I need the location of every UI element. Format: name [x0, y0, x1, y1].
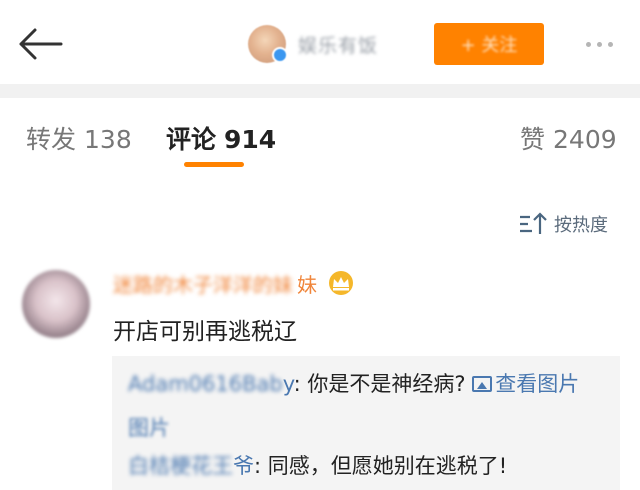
sort-label: 按热度 [554, 215, 608, 236]
reply-username-blurred: 白桔梗花王 [128, 454, 233, 478]
account-name[interactable]: 娱乐有饭 [298, 31, 378, 58]
tab-comments-label: 评论 [166, 125, 217, 154]
tab-likes-label: 赞 [520, 125, 546, 154]
section-divider [0, 84, 640, 98]
arrow-left-icon [19, 28, 63, 60]
view-image-link[interactable]: 查看图片 [472, 372, 579, 396]
commenter-name-visible: 妹 [297, 272, 317, 297]
tab-comments[interactable]: 评论 914 [166, 120, 276, 156]
tab-comments-count: 914 [224, 125, 277, 154]
reply-username[interactable]: Adam0616Baby [128, 372, 294, 396]
reply-username-visible: 爷 [233, 454, 254, 478]
tab-likes-count: 2409 [553, 125, 617, 154]
commenter-name[interactable]: 迷路的木子洋洋的妹 妹 [113, 268, 355, 298]
tab-reposts[interactable]: 转发 138 [26, 120, 132, 156]
follow-label: + 关注 [460, 35, 518, 56]
reply-text: : 同感，但愿她别在逃税了! [254, 454, 508, 478]
back-button[interactable] [14, 22, 66, 66]
sort-icon [520, 212, 547, 234]
comment-text: 开店可别再逃税辽 [113, 319, 297, 345]
top-nav-bar: 娱乐有饭 + 关注 [0, 0, 640, 84]
account-avatar[interactable] [248, 25, 288, 63]
account-info[interactable]: 娱乐有饭 [248, 24, 378, 64]
reply-link-wrap[interactable]: 图片 [128, 412, 170, 442]
more-dots-icon [585, 41, 591, 47]
more-dot [596, 41, 602, 47]
tab-reposts-label: 转发 [26, 125, 77, 154]
crown-icon [329, 271, 353, 295]
commenter-avatar[interactable] [22, 270, 90, 338]
tab-bar: 转发 138 评论 914 赞 2409 [0, 98, 640, 182]
more-button[interactable] [572, 30, 626, 58]
comment-item: 迷路的木子洋洋的妹 妹 开店可别再逃税辽 Adam0616Baby: 你是不是神… [0, 262, 640, 490]
reply-username[interactable]: 白桔梗花王爷 [128, 454, 254, 478]
reply-username-blurred: Adam0616Bab [128, 372, 283, 396]
tab-likes[interactable]: 赞 2409 [520, 120, 617, 156]
view-image-label: 查看图片 [495, 372, 580, 396]
active-tab-indicator [184, 162, 244, 167]
tab-reposts-count: 138 [84, 125, 132, 154]
replies-box[interactable]: Adam0616Baby: 你是不是神经病? 查看图片 图片 白桔梗花王爷: 同… [112, 356, 620, 490]
reply-username-visible: y [282, 372, 294, 396]
reply-item: Adam0616Baby: 你是不是神经病? 查看图片 [128, 368, 579, 398]
reply-item: 白桔梗花王爷: 同感，但愿她别在逃税了! [128, 450, 507, 480]
verified-badge-icon [272, 47, 288, 63]
more-dot [607, 41, 613, 47]
sort-toggle[interactable]: 按热度 [518, 210, 608, 238]
commenter-name-blurred: 迷路的木子洋洋的妹 [113, 272, 293, 297]
follow-button[interactable]: + 关注 [434, 23, 544, 65]
reply-text: : 你是不是神经病? [293, 372, 466, 396]
image-icon [472, 376, 493, 392]
